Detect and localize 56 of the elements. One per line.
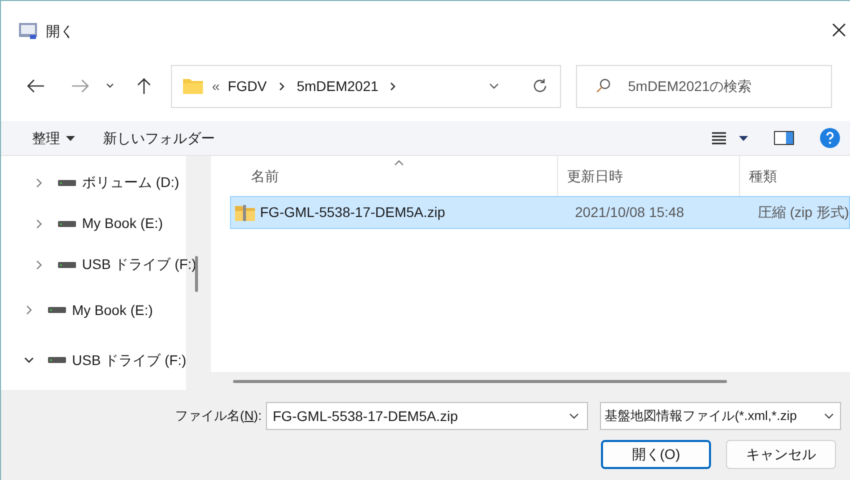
drive-icon — [58, 220, 76, 226]
up-icon[interactable] — [137, 77, 151, 95]
new-folder-button[interactable]: 新しいフォルダー — [103, 128, 215, 148]
chevron-right-icon[interactable] — [34, 260, 44, 270]
drive-label[interactable]: My Book (E:) — [72, 300, 153, 320]
drive-label[interactable]: My Book (E:) — [82, 213, 163, 234]
drive-icon — [48, 307, 66, 313]
breadcrumb-separator-icon[interactable] — [278, 82, 285, 90]
overflow-chevron[interactable]: « — [212, 76, 220, 96]
caret-icon[interactable] — [739, 136, 748, 140]
filename-combobox[interactable]: FG-GML-5538-17-DEM5A.zip — [266, 402, 588, 430]
horizontal-scrollbar-thumb[interactable] — [233, 380, 727, 382]
chevron-down-icon — [568, 413, 579, 419]
chevron-right-icon[interactable] — [24, 305, 34, 315]
help-icon[interactable] — [820, 128, 840, 148]
chevron-right-icon[interactable] — [34, 218, 44, 228]
file-type-dropdown[interactable]: 基盤地図情報ファイル(*.xml,*.zip — [600, 402, 841, 430]
open-button[interactable]: 開く(O) — [601, 440, 711, 469]
breadcrumb-separator-icon[interactable] — [390, 82, 396, 90]
close-icon[interactable] — [832, 23, 846, 37]
search-icon — [595, 78, 611, 94]
breadcrumb[interactable]: FGDV — [228, 76, 267, 96]
caret-icon — [66, 136, 75, 140]
dropdown-icon[interactable] — [489, 83, 499, 89]
table-cell-text: 2021/10/08 15:48 — [575, 203, 685, 222]
refresh-icon[interactable] — [532, 78, 548, 94]
filename-label: ファイル名(N): — [175, 407, 262, 426]
scrollbar-thumb[interactable] — [195, 256, 198, 292]
view-list-icon[interactable] — [711, 131, 727, 145]
chevron-down-icon[interactable] — [106, 83, 114, 89]
table-cell-text: 圧縮 (zip 形式) — [758, 203, 849, 222]
file-name: FG-GML-5538-17-DEM5A.zip — [260, 203, 446, 222]
search-field[interactable]: 5mDEM2021の検索 — [576, 64, 832, 108]
preview-pane-icon[interactable] — [774, 131, 794, 145]
drive-icon — [58, 262, 76, 268]
back-icon[interactable] — [27, 79, 45, 93]
drive-icon — [58, 180, 76, 186]
breadcrumb[interactable]: 5mDEM2021 — [296, 76, 378, 96]
organize-menu-button[interactable]: 整理 — [32, 128, 75, 148]
forward-icon[interactable] — [71, 79, 89, 93]
drive-label[interactable]: USB ドライブ (F:) — [72, 350, 186, 370]
drive-icon — [48, 357, 66, 363]
file-row[interactable]: FG-GML-5538-17-DEM5A.zip 2021/10/08 15:48 圧縮 (zip 形式) — [230, 196, 850, 229]
zip-folder-icon — [234, 204, 256, 222]
search-placeholder: 5mDEM2021の検索 — [628, 76, 752, 96]
chevron-down-icon — [824, 413, 834, 419]
chevron-down-icon[interactable] — [24, 355, 34, 365]
folder-icon — [182, 77, 204, 95]
window-title: 開く — [46, 22, 74, 40]
column-header[interactable]: 名前 — [211, 156, 557, 196]
drive-label[interactable]: USB ドライブ (F:) — [82, 254, 196, 275]
address-bar[interactable]: « FGDV 5mDEM2021 — [171, 64, 561, 108]
cancel-button[interactable]: キャンセル — [726, 440, 836, 469]
drive-label[interactable]: ボリューム (D:) — [82, 172, 180, 193]
app-icon — [18, 21, 38, 41]
chevron-right-icon[interactable] — [34, 178, 44, 188]
